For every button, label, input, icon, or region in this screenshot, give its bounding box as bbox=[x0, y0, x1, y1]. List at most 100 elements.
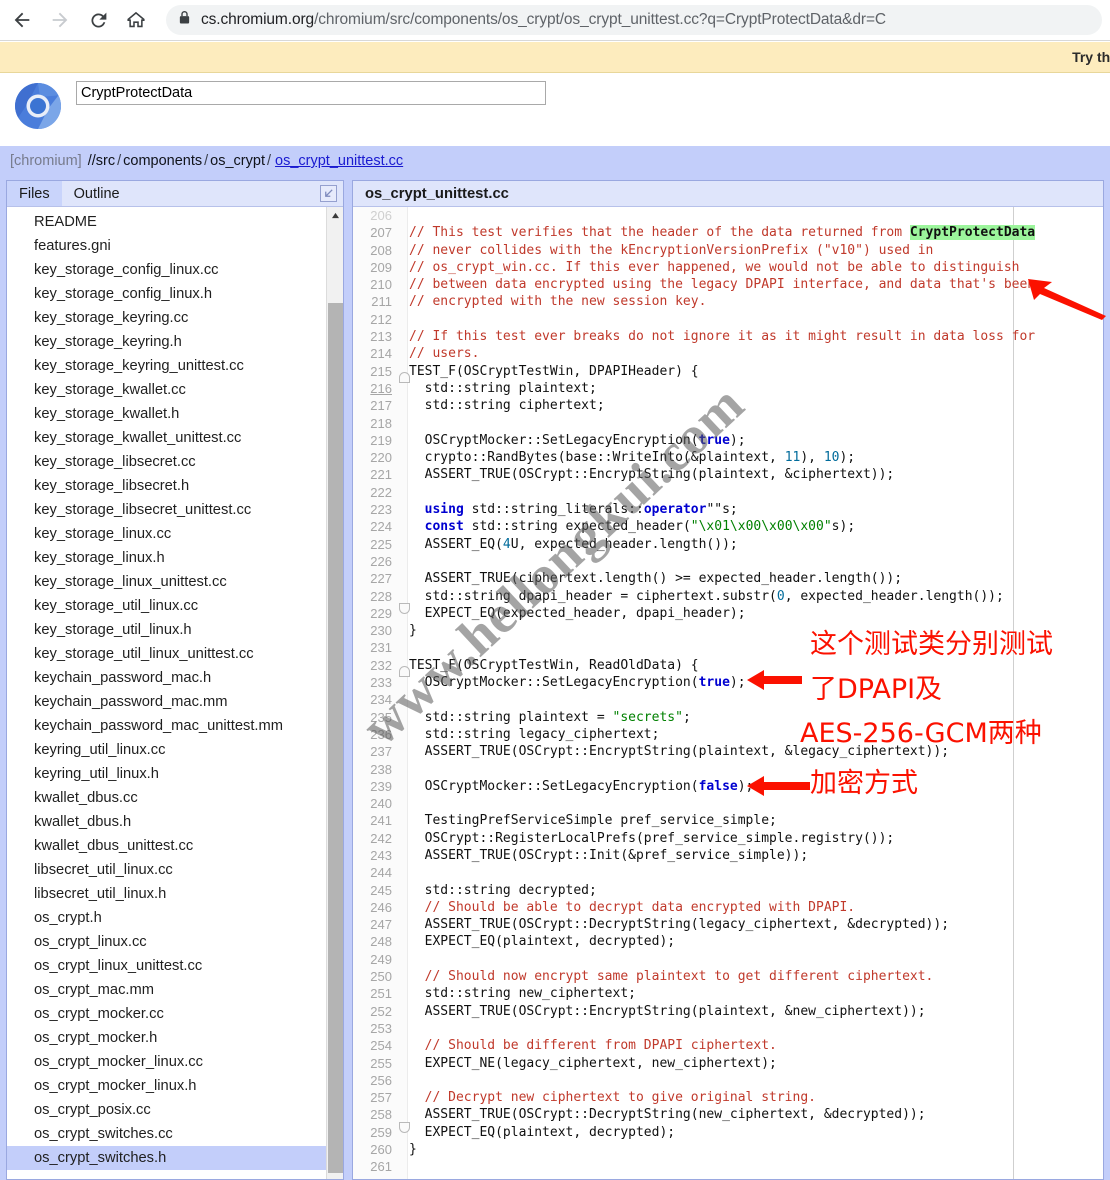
file-list-item[interactable]: os_crypt_posix.cc bbox=[7, 1098, 326, 1122]
line-number[interactable]: 251 bbox=[353, 985, 399, 1002]
line-number[interactable]: 214 bbox=[353, 345, 399, 362]
file-list-item[interactable]: os_crypt_mocker.h bbox=[7, 1026, 326, 1050]
scroll-up-arrow-icon[interactable] bbox=[327, 207, 343, 224]
line-number[interactable]: 258 bbox=[353, 1106, 399, 1123]
line-number[interactable]: 246 bbox=[353, 899, 399, 916]
file-list-item[interactable]: kwallet_dbus.cc bbox=[7, 786, 326, 810]
file-list-item[interactable]: os_crypt_mocker.cc bbox=[7, 1002, 326, 1026]
line-number[interactable]: 224 bbox=[353, 518, 399, 535]
file-list-item[interactable]: key_storage_keyring.cc bbox=[7, 306, 326, 330]
line-number[interactable]: 216 bbox=[353, 380, 399, 397]
line-number[interactable]: 238 bbox=[353, 761, 399, 778]
fold-marker[interactable] bbox=[399, 1121, 410, 1141]
file-list-item[interactable]: key_storage_libsecret.h bbox=[7, 474, 326, 498]
line-number[interactable]: 210 bbox=[353, 276, 399, 293]
line-number[interactable]: 245 bbox=[353, 882, 399, 899]
line-number[interactable]: 215 bbox=[353, 363, 399, 380]
line-number[interactable]: 225 bbox=[353, 536, 399, 553]
line-number[interactable]: 232 bbox=[353, 657, 399, 674]
line-number[interactable]: 249 bbox=[353, 951, 399, 968]
line-number[interactable]: 237 bbox=[353, 743, 399, 760]
line-number[interactable]: 211 bbox=[353, 293, 399, 310]
file-list-item[interactable]: os_crypt.h bbox=[7, 906, 326, 930]
fold-marker[interactable] bbox=[399, 602, 410, 622]
file-list-item[interactable]: libsecret_util_linux.cc bbox=[7, 858, 326, 882]
file-list-item[interactable]: key_storage_util_linux_unittest.cc bbox=[7, 642, 326, 666]
line-number[interactable]: 235 bbox=[353, 709, 399, 726]
breadcrumb-root[interactable]: //src bbox=[88, 153, 115, 169]
breadcrumb-current-file[interactable]: os_crypt_unittest.cc bbox=[275, 153, 403, 169]
line-number[interactable]: 209 bbox=[353, 259, 399, 276]
line-number[interactable]: 250 bbox=[353, 968, 399, 985]
line-number[interactable]: 207 bbox=[353, 224, 399, 241]
file-list-item[interactable]: README bbox=[7, 210, 326, 234]
breadcrumb-repo[interactable]: [chromium] bbox=[10, 153, 82, 169]
back-button[interactable] bbox=[6, 4, 38, 36]
fold-marker[interactable] bbox=[399, 657, 410, 677]
line-number[interactable]: 229 bbox=[353, 605, 399, 622]
search-input[interactable] bbox=[76, 81, 546, 105]
file-list-item[interactable]: keychain_password_mac.mm bbox=[7, 690, 326, 714]
file-list-item[interactable]: os_crypt_mocker_linux.cc bbox=[7, 1050, 326, 1074]
file-list-item[interactable]: key_storage_libsecret_unittest.cc bbox=[7, 498, 326, 522]
line-number[interactable]: 254 bbox=[353, 1037, 399, 1054]
file-list-item[interactable]: os_crypt_mac.mm bbox=[7, 978, 326, 1002]
line-number[interactable]: 231 bbox=[353, 639, 399, 656]
collapse-panel-icon[interactable] bbox=[320, 185, 337, 202]
line-number[interactable]: 226 bbox=[353, 553, 399, 570]
line-number[interactable]: 255 bbox=[353, 1055, 399, 1072]
line-number[interactable]: 234 bbox=[353, 691, 399, 708]
line-number[interactable]: 241 bbox=[353, 812, 399, 829]
file-list-item[interactable]: libsecret_util_linux.h bbox=[7, 882, 326, 906]
code-area[interactable]: 206 207 // This test verifies that the hea… bbox=[353, 207, 1103, 1179]
file-list-scrollbar-thumb[interactable] bbox=[328, 303, 343, 1173]
line-number[interactable]: 217 bbox=[353, 397, 399, 414]
code-file-tab[interactable]: os_crypt_unittest.cc bbox=[365, 186, 509, 202]
line-number[interactable]: 212 bbox=[353, 311, 399, 328]
promo-banner[interactable]: Try the nev bbox=[0, 42, 1110, 73]
line-number[interactable]: 206 bbox=[353, 207, 399, 224]
file-list-scrollbar[interactable] bbox=[326, 207, 343, 1179]
file-list-item[interactable]: os_crypt_switches.cc bbox=[7, 1122, 326, 1146]
line-number[interactable]: 247 bbox=[353, 916, 399, 933]
file-list-item[interactable]: keyring_util_linux.cc bbox=[7, 738, 326, 762]
file-list-item[interactable]: key_storage_config_linux.cc bbox=[7, 258, 326, 282]
fold-marker[interactable] bbox=[399, 363, 410, 383]
line-number[interactable]: 221 bbox=[353, 466, 399, 483]
line-number[interactable]: 239 bbox=[353, 778, 399, 795]
line-number[interactable]: 236 bbox=[353, 726, 399, 743]
file-list-item[interactable]: keychain_password_mac_unittest.mm bbox=[7, 714, 326, 738]
line-number[interactable]: 218 bbox=[353, 415, 399, 432]
file-list-item[interactable]: key_storage_linux.h bbox=[7, 546, 326, 570]
file-list-item[interactable]: keyring_util_linux.h bbox=[7, 762, 326, 786]
file-list-item[interactable]: os_crypt_linux_unittest.cc bbox=[7, 954, 326, 978]
line-number[interactable]: 261 bbox=[353, 1158, 399, 1175]
address-bar[interactable]: cs.chromium.org/chromium/src/components/… bbox=[166, 5, 1102, 35]
file-list-item[interactable]: key_storage_config_linux.h bbox=[7, 282, 326, 306]
file-list-item[interactable]: key_storage_kwallet.h bbox=[7, 402, 326, 426]
line-number[interactable]: 253 bbox=[353, 1020, 399, 1037]
file-list-item[interactable]: key_storage_kwallet_unittest.cc bbox=[7, 426, 326, 450]
line-number[interactable]: 257 bbox=[353, 1089, 399, 1106]
file-list-item[interactable]: key_storage_kwallet.cc bbox=[7, 378, 326, 402]
line-number[interactable]: 248 bbox=[353, 933, 399, 950]
breadcrumb-segment-components[interactable]: components bbox=[123, 153, 202, 169]
line-number[interactable]: 256 bbox=[353, 1072, 399, 1089]
line-number[interactable]: 220 bbox=[353, 449, 399, 466]
line-number[interactable]: 240 bbox=[353, 795, 399, 812]
file-list-item[interactable]: keychain_password_mac.h bbox=[7, 666, 326, 690]
file-list-item[interactable]: key_storage_keyring_unittest.cc bbox=[7, 354, 326, 378]
file-list-item[interactable]: key_storage_linux_unittest.cc bbox=[7, 570, 326, 594]
file-list-item[interactable]: key_storage_util_linux.h bbox=[7, 618, 326, 642]
file-list-item[interactable]: os_crypt_linux.cc bbox=[7, 930, 326, 954]
line-number[interactable]: 244 bbox=[353, 864, 399, 881]
line-number[interactable]: 260 bbox=[353, 1141, 399, 1158]
line-number[interactable]: 233 bbox=[353, 674, 399, 691]
file-list-item[interactable]: key_storage_util_linux.cc bbox=[7, 594, 326, 618]
line-number[interactable]: 243 bbox=[353, 847, 399, 864]
line-number[interactable]: 227 bbox=[353, 570, 399, 587]
line-number[interactable]: 208 bbox=[353, 242, 399, 259]
line-number[interactable]: 259 bbox=[353, 1124, 399, 1141]
tab-outline[interactable]: Outline bbox=[62, 181, 132, 206]
line-number[interactable]: 213 bbox=[353, 328, 399, 345]
